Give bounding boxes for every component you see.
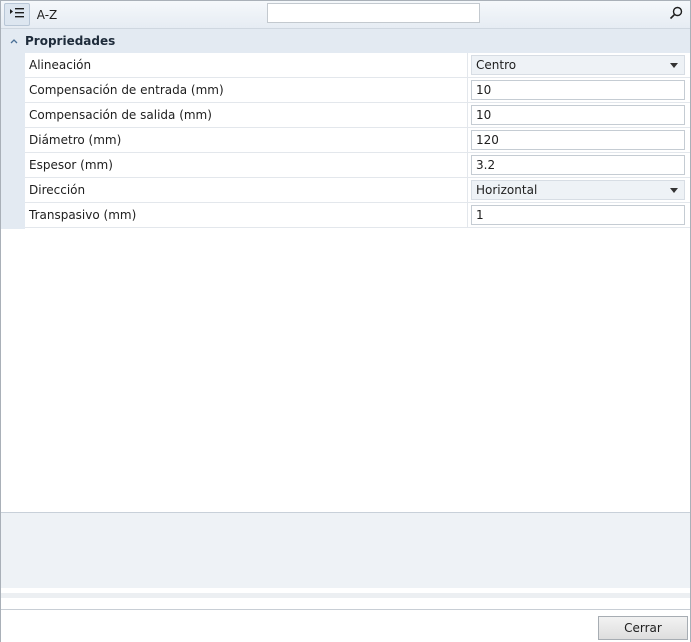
categorized-view-button[interactable] xyxy=(4,3,30,26)
property-row-compensacion-salida: Compensación de salida (mm) 10 xyxy=(25,103,690,128)
property-name: Transpasivo (mm) xyxy=(25,203,468,227)
dropdown-arrow-icon xyxy=(670,63,678,68)
close-button[interactable]: Cerrar xyxy=(598,616,688,640)
alphabetical-sort-label: A-Z xyxy=(36,7,58,22)
dropdown-value: Centro xyxy=(476,58,517,72)
property-row-transpasivo: Transpasivo (mm) 1 xyxy=(25,203,690,228)
categorized-list-icon xyxy=(9,7,25,22)
property-row-diametro: Diámetro (mm) 120 xyxy=(25,128,690,153)
search-icon xyxy=(669,6,683,23)
property-row-direccion: Dirección Horizontal xyxy=(25,178,690,203)
diametro-field[interactable]: 120 xyxy=(471,130,685,150)
description-panel xyxy=(1,512,690,588)
alineacion-dropdown[interactable]: Centro xyxy=(471,55,685,75)
property-name: Compensación de entrada (mm) xyxy=(25,78,468,102)
dropdown-value: Horizontal xyxy=(476,183,538,197)
compensacion-entrada-field[interactable]: 10 xyxy=(471,80,685,100)
dropdown-arrow-icon xyxy=(670,188,678,193)
property-name: Compensación de salida (mm) xyxy=(25,103,468,127)
chevron-up-icon[interactable] xyxy=(7,38,21,44)
search-button[interactable] xyxy=(665,4,686,24)
direccion-dropdown[interactable]: Horizontal xyxy=(471,180,685,200)
panel-splitter[interactable] xyxy=(1,593,690,598)
property-row-espesor: Espesor (mm) 3.2 xyxy=(25,153,690,178)
property-grid: Alineación Centro Compensación de entrad… xyxy=(1,53,690,229)
property-name: Dirección xyxy=(25,178,468,202)
property-name: Diámetro (mm) xyxy=(25,128,468,152)
transpasivo-field[interactable]: 1 xyxy=(471,205,685,225)
property-name: Alineación xyxy=(25,53,468,77)
property-row-compensacion-entrada: Compensación de entrada (mm) 10 xyxy=(25,78,690,103)
search-input[interactable] xyxy=(267,3,480,23)
compensacion-salida-field[interactable]: 10 xyxy=(471,105,685,125)
toolbar: A-Z xyxy=(1,1,690,29)
property-window: A-Z Propriedades Alineación Centro Compe… xyxy=(0,0,691,642)
alphabetical-sort-button[interactable]: A-Z xyxy=(33,3,61,26)
grid-gutter xyxy=(1,53,25,229)
footer-bar: Cerrar xyxy=(1,609,690,642)
category-header[interactable]: Propriedades xyxy=(1,29,690,53)
property-row-alineacion: Alineación Centro xyxy=(25,53,690,78)
espesor-field[interactable]: 3.2 xyxy=(471,155,685,175)
category-label: Propriedades xyxy=(25,34,116,48)
property-name: Espesor (mm) xyxy=(25,153,468,177)
